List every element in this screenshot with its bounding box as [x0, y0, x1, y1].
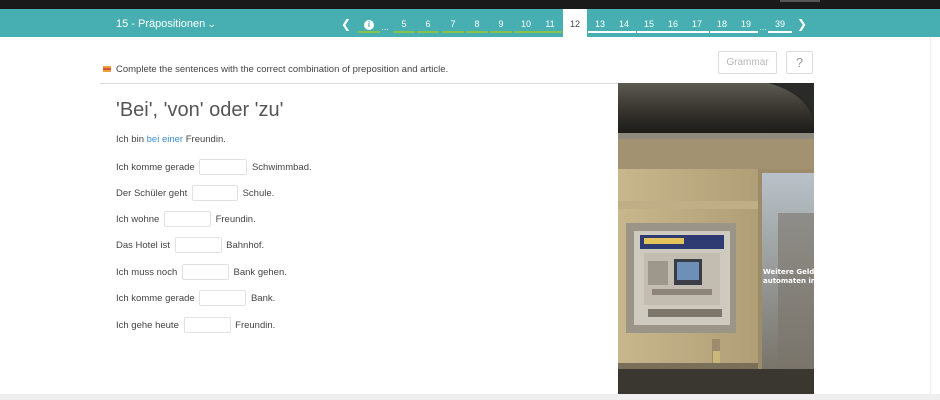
row-after: Bank gehen. — [233, 267, 287, 278]
pager-page-label: 13 — [594, 19, 605, 29]
pager-page-39[interactable]: 39 — [768, 9, 792, 37]
pager-page-11[interactable]: 11 — [538, 9, 562, 37]
pager-ellipsis: ... — [759, 22, 767, 32]
pager-page-label: 19 — [740, 19, 751, 29]
row-after: Freundin. — [215, 214, 256, 225]
exercise-row: Ich komme gerade Schwimmbad. — [116, 159, 312, 177]
pager-page-label: 6 — [425, 19, 431, 29]
pager-page-label: 9 — [498, 19, 504, 29]
pager-page-label: 18 — [716, 19, 727, 29]
atm-sign-line1: Weitere Geld- — [763, 268, 814, 276]
row-before: Ich komme gerade — [116, 293, 195, 304]
pager-page-label: 17 — [691, 19, 702, 29]
pager-page-label: 39 — [774, 19, 785, 29]
top-strip-highlight — [780, 0, 820, 2]
exercise-row: Der Schüler geht Schule. — [116, 185, 274, 203]
pager-page-9[interactable]: 9 — [490, 9, 512, 37]
example-before: Ich bin — [116, 134, 147, 145]
pager-page-16[interactable]: 16 — [661, 9, 685, 37]
pager-page-14[interactable]: 14 — [612, 9, 636, 37]
window-top-strip — [0, 0, 940, 9]
pager-page-label: 10 — [520, 19, 531, 29]
flag-icon — [103, 66, 111, 73]
row-before: Ich muss noch — [116, 267, 178, 278]
exercise-row: Ich komme gerade Bank. — [116, 290, 275, 308]
row-before: Ich komme gerade — [116, 162, 195, 173]
unit-selector-label: 15 - Präpositionen — [116, 18, 206, 30]
row-after: Bank. — [250, 293, 276, 304]
pager-ellipsis: ... — [381, 22, 389, 32]
grammar-button[interactable]: Grammar — [718, 51, 777, 74]
unit-selector[interactable]: 15 - Präpositionen ⌄ — [116, 9, 217, 37]
answer-input[interactable] — [163, 211, 211, 228]
pager-prev-button[interactable]: ❮ — [340, 9, 352, 37]
row-before: Ich wohne — [116, 214, 160, 225]
exercise-title: 'Bei', 'von' oder 'zu' — [116, 99, 284, 121]
pager-info-button[interactable]: i — [358, 9, 380, 37]
info-icon: i — [364, 20, 374, 30]
answer-input[interactable] — [191, 185, 238, 202]
pager-page-15[interactable]: 15 — [637, 9, 661, 37]
chevron-right-icon: ❯ — [796, 17, 808, 31]
scrollbar-track[interactable] — [930, 37, 940, 394]
pager-page-19[interactable]: 19 — [734, 9, 758, 37]
answer-input[interactable] — [199, 159, 248, 176]
pager-page-label: 5 — [401, 19, 407, 29]
row-after: Freundin. — [235, 320, 276, 331]
pager-page-17[interactable]: 17 — [685, 9, 709, 37]
pager-page-label: 8 — [474, 19, 480, 29]
pager-page-label: 14 — [618, 19, 629, 29]
help-button[interactable]: ? — [786, 51, 813, 74]
row-before: Das Hotel ist — [116, 240, 170, 251]
navigation-bar: 15 - Präpositionen ⌄ ❮ i... 5 6 7 8 9 10 11 12 13 14… — [0, 9, 940, 37]
pager-page-label: 15 — [643, 19, 654, 29]
exercise-row: Das Hotel ist Bahnhof. — [116, 237, 264, 255]
pager-page-5[interactable]: 5 — [393, 9, 415, 37]
pager-page-label: 11 — [545, 19, 555, 29]
pager-page-6[interactable]: 6 — [417, 9, 439, 37]
row-after: Schwimmbad. — [251, 162, 312, 173]
exercise-row: Ich muss noch Bank gehen. — [116, 264, 287, 282]
row-before: Der Schüler geht — [116, 188, 188, 199]
exercise-row: Ich wohne Freundin. — [116, 211, 256, 229]
pager-page-13[interactable]: 13 — [588, 9, 612, 37]
pager-next-button[interactable]: ❯ — [796, 9, 808, 37]
atm-sign-line2: automaten in — [763, 277, 814, 285]
divider — [100, 83, 618, 84]
pager-page-label: 16 — [667, 19, 678, 29]
answer-input[interactable] — [183, 317, 231, 334]
pager-page-label: 12 — [569, 19, 580, 29]
exercise-row: Ich gehe heute Freundin. — [116, 317, 275, 335]
atm-photo: Weitere Geld- automaten in — [618, 83, 814, 394]
row-after: Schule. — [242, 188, 275, 199]
atm-photo-illustration: Weitere Geld- automaten in — [618, 83, 814, 394]
answer-input[interactable] — [181, 264, 229, 281]
pager-page-10[interactable]: 10 — [514, 9, 538, 37]
row-before: Ich gehe heute — [116, 320, 179, 331]
pager-page-12[interactable]: 12 — [563, 9, 587, 37]
pager-page-7[interactable]: 7 — [442, 9, 464, 37]
pager-page-8[interactable]: 8 — [466, 9, 488, 37]
pager-page-18[interactable]: 18 — [710, 9, 734, 37]
instruction: Complete the sentences with the correct … — [103, 64, 448, 75]
answer-input[interactable] — [199, 290, 247, 307]
bottom-bar — [0, 394, 940, 400]
pager-page-label: 7 — [450, 19, 456, 29]
answer-input[interactable] — [174, 237, 222, 254]
example-after: Freundin. — [183, 134, 226, 145]
chevron-down-icon: ⌄ — [207, 19, 217, 29]
row-after: Bahnhof. — [226, 240, 265, 251]
example-answer: bei einer — [146, 134, 184, 145]
instruction-text: Complete the sentences with the correct … — [116, 64, 449, 75]
chevron-left-icon: ❮ — [340, 17, 352, 31]
example-sentence: Ich bin bei einer Freundin. — [116, 134, 226, 145]
